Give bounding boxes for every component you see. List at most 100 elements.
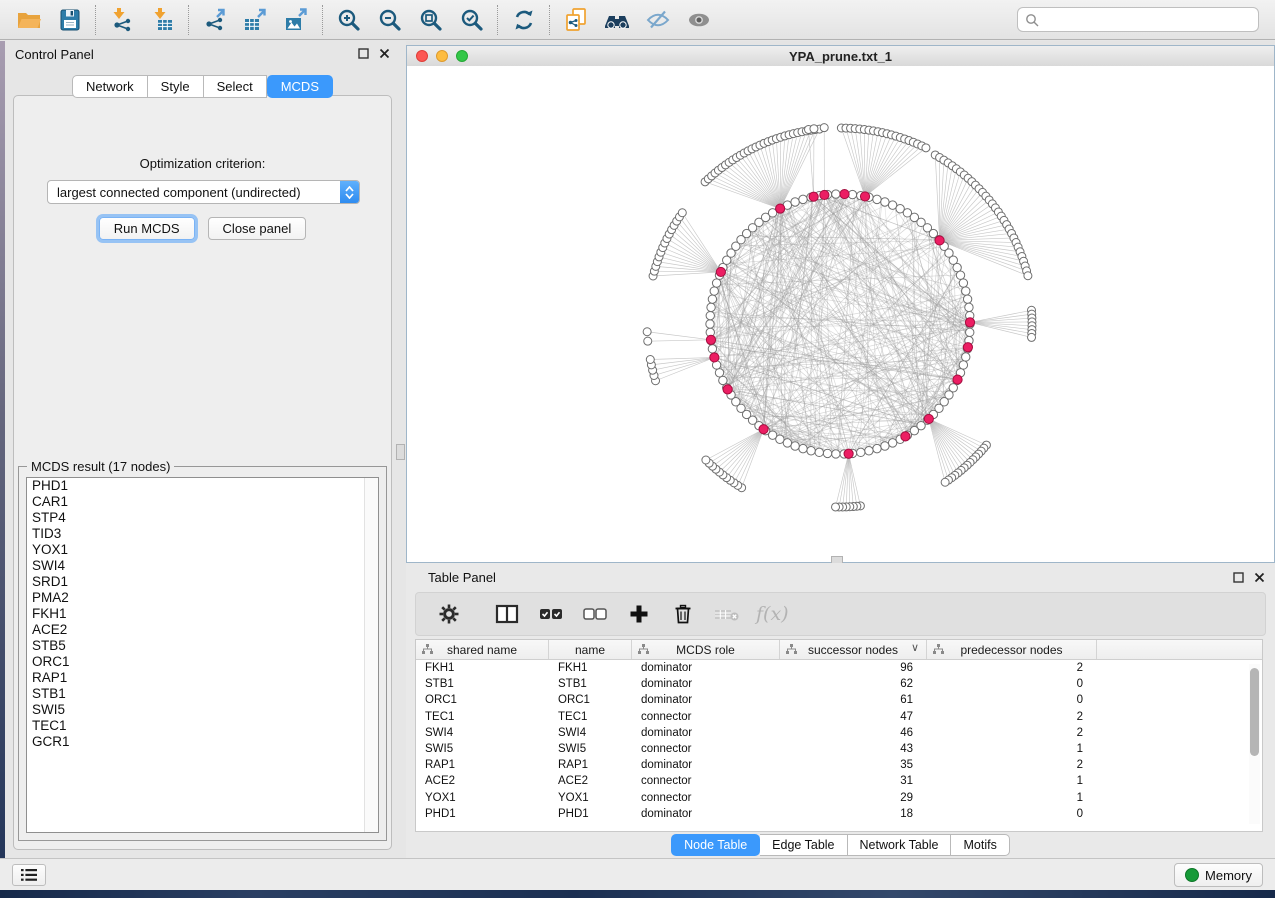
network-leaf-node[interactable]	[832, 503, 840, 511]
table-row[interactable]: PHD1PHD1dominator180	[416, 806, 1262, 822]
network-node[interactable]	[708, 345, 716, 353]
network-hub-node[interactable]	[776, 204, 785, 213]
mcds-node-item[interactable]: ACE2	[27, 622, 378, 638]
mcds-node-item[interactable]: RAP1	[27, 670, 378, 686]
network-canvas[interactable]	[407, 66, 1274, 562]
network-leaf-node[interactable]	[646, 356, 654, 364]
network-leaf-node[interactable]	[678, 209, 686, 217]
network-hub-node[interactable]	[965, 318, 974, 327]
mcds-node-item[interactable]: SWI4	[27, 558, 378, 574]
mcds-node-item[interactable]: GCR1	[27, 734, 378, 750]
table-cell[interactable]: RAP1	[549, 759, 632, 771]
network-node[interactable]	[708, 295, 716, 303]
column-header-predecessor-nodes[interactable]: predecessor nodes	[927, 640, 1097, 659]
network-node[interactable]	[881, 442, 889, 450]
table-cell[interactable]: 2	[927, 759, 1097, 771]
network-node[interactable]	[807, 447, 815, 455]
select-all-rows-button[interactable]	[536, 599, 566, 629]
table-cell[interactable]: 2	[927, 727, 1097, 739]
network-leaf-node[interactable]	[643, 328, 651, 336]
mcds-node-item[interactable]: SWI5	[27, 702, 378, 718]
table-row[interactable]: TEC1TEC1connector472	[416, 709, 1262, 725]
table-cell[interactable]: 1	[927, 743, 1097, 755]
network-node[interactable]	[888, 439, 896, 447]
mcds-node-item[interactable]: STB5	[27, 638, 378, 654]
tab-node-table[interactable]: Node Table	[671, 834, 760, 856]
mcds-node-item[interactable]: CAR1	[27, 494, 378, 510]
network-search-box[interactable]	[1017, 7, 1259, 32]
network-node[interactable]	[791, 198, 799, 206]
network-hub-node[interactable]	[710, 353, 719, 362]
network-node[interactable]	[963, 295, 971, 303]
tab-network-table[interactable]: Network Table	[848, 834, 952, 856]
zoom-selected-button[interactable]	[451, 3, 492, 37]
close-panel-icon[interactable]	[378, 47, 390, 59]
table-scrollbar-thumb[interactable]	[1250, 668, 1259, 756]
table-cell[interactable]: ACE2	[416, 775, 549, 787]
network-node[interactable]	[832, 190, 840, 198]
network-hub-node[interactable]	[963, 343, 972, 352]
zoom-fit-button[interactable]	[410, 3, 451, 37]
network-hub-node[interactable]	[935, 236, 944, 245]
create-column-button[interactable]	[624, 599, 654, 629]
table-cell[interactable]: FKH1	[549, 662, 632, 674]
save-session-button[interactable]	[49, 3, 90, 37]
network-leaf-node[interactable]	[922, 144, 930, 152]
table-cell[interactable]: SWI4	[416, 727, 549, 739]
network-leaf-node[interactable]	[810, 125, 818, 133]
network-node[interactable]	[962, 353, 970, 361]
column-header-MCDS-role[interactable]: MCDS role	[632, 640, 780, 659]
table-cell[interactable]: FKH1	[416, 662, 549, 674]
network-node[interactable]	[881, 198, 889, 206]
network-hub-node[interactable]	[840, 189, 849, 198]
table-cell[interactable]: 62	[780, 678, 927, 690]
network-node[interactable]	[715, 369, 723, 377]
mcds-node-item[interactable]: PMA2	[27, 590, 378, 606]
network-hub-node[interactable]	[706, 335, 715, 344]
table-cell[interactable]: PHD1	[416, 808, 549, 820]
mcds-node-item[interactable]: TID3	[27, 526, 378, 542]
network-node[interactable]	[959, 279, 967, 287]
table-cell[interactable]: connector	[632, 775, 780, 787]
network-node[interactable]	[966, 328, 974, 336]
column-header-name[interactable]: name	[549, 640, 632, 659]
mcds-node-item[interactable]: STP4	[27, 510, 378, 526]
network-node[interactable]	[712, 279, 720, 287]
network-hub-node[interactable]	[901, 432, 910, 441]
network-node[interactable]	[962, 287, 970, 295]
network-node[interactable]	[791, 442, 799, 450]
import-table-button[interactable]	[142, 3, 183, 37]
table-cell[interactable]: YOX1	[549, 792, 632, 804]
search-input[interactable]	[1044, 11, 1258, 28]
table-cell[interactable]: YOX1	[416, 792, 549, 804]
mcds-list-scrollbar[interactable]	[364, 478, 378, 832]
network-node[interactable]	[873, 195, 881, 203]
table-cell[interactable]: dominator	[632, 662, 780, 674]
network-hub-node[interactable]	[820, 190, 829, 199]
network-hub-node[interactable]	[844, 449, 853, 458]
network-node[interactable]	[719, 376, 727, 384]
table-cell[interactable]: dominator	[632, 678, 780, 690]
open-session-button[interactable]	[8, 3, 49, 37]
search-network-button[interactable]	[596, 3, 637, 37]
mcds-node-item[interactable]: TEC1	[27, 718, 378, 734]
network-node[interactable]	[857, 448, 865, 456]
table-cell[interactable]: 96	[780, 662, 927, 674]
network-node[interactable]	[832, 450, 840, 458]
table-cell[interactable]: PHD1	[549, 808, 632, 820]
close-table-panel-icon[interactable]	[1253, 571, 1265, 583]
show-all-button[interactable]	[678, 3, 719, 37]
network-node[interactable]	[953, 263, 961, 271]
tab-select[interactable]: Select	[204, 75, 267, 98]
table-cell[interactable]: SWI5	[416, 743, 549, 755]
network-leaf-node[interactable]	[1024, 272, 1032, 280]
network-node[interactable]	[823, 449, 831, 457]
mcds-node-item[interactable]: ORC1	[27, 654, 378, 670]
network-node[interactable]	[710, 287, 718, 295]
tab-style[interactable]: Style	[148, 75, 204, 98]
table-cell[interactable]: 35	[780, 759, 927, 771]
float-panel-icon[interactable]	[357, 47, 369, 59]
table-scrollbar-track[interactable]	[1249, 664, 1260, 824]
memory-button[interactable]: Memory	[1174, 863, 1263, 887]
table-cell[interactable]: 0	[927, 678, 1097, 690]
